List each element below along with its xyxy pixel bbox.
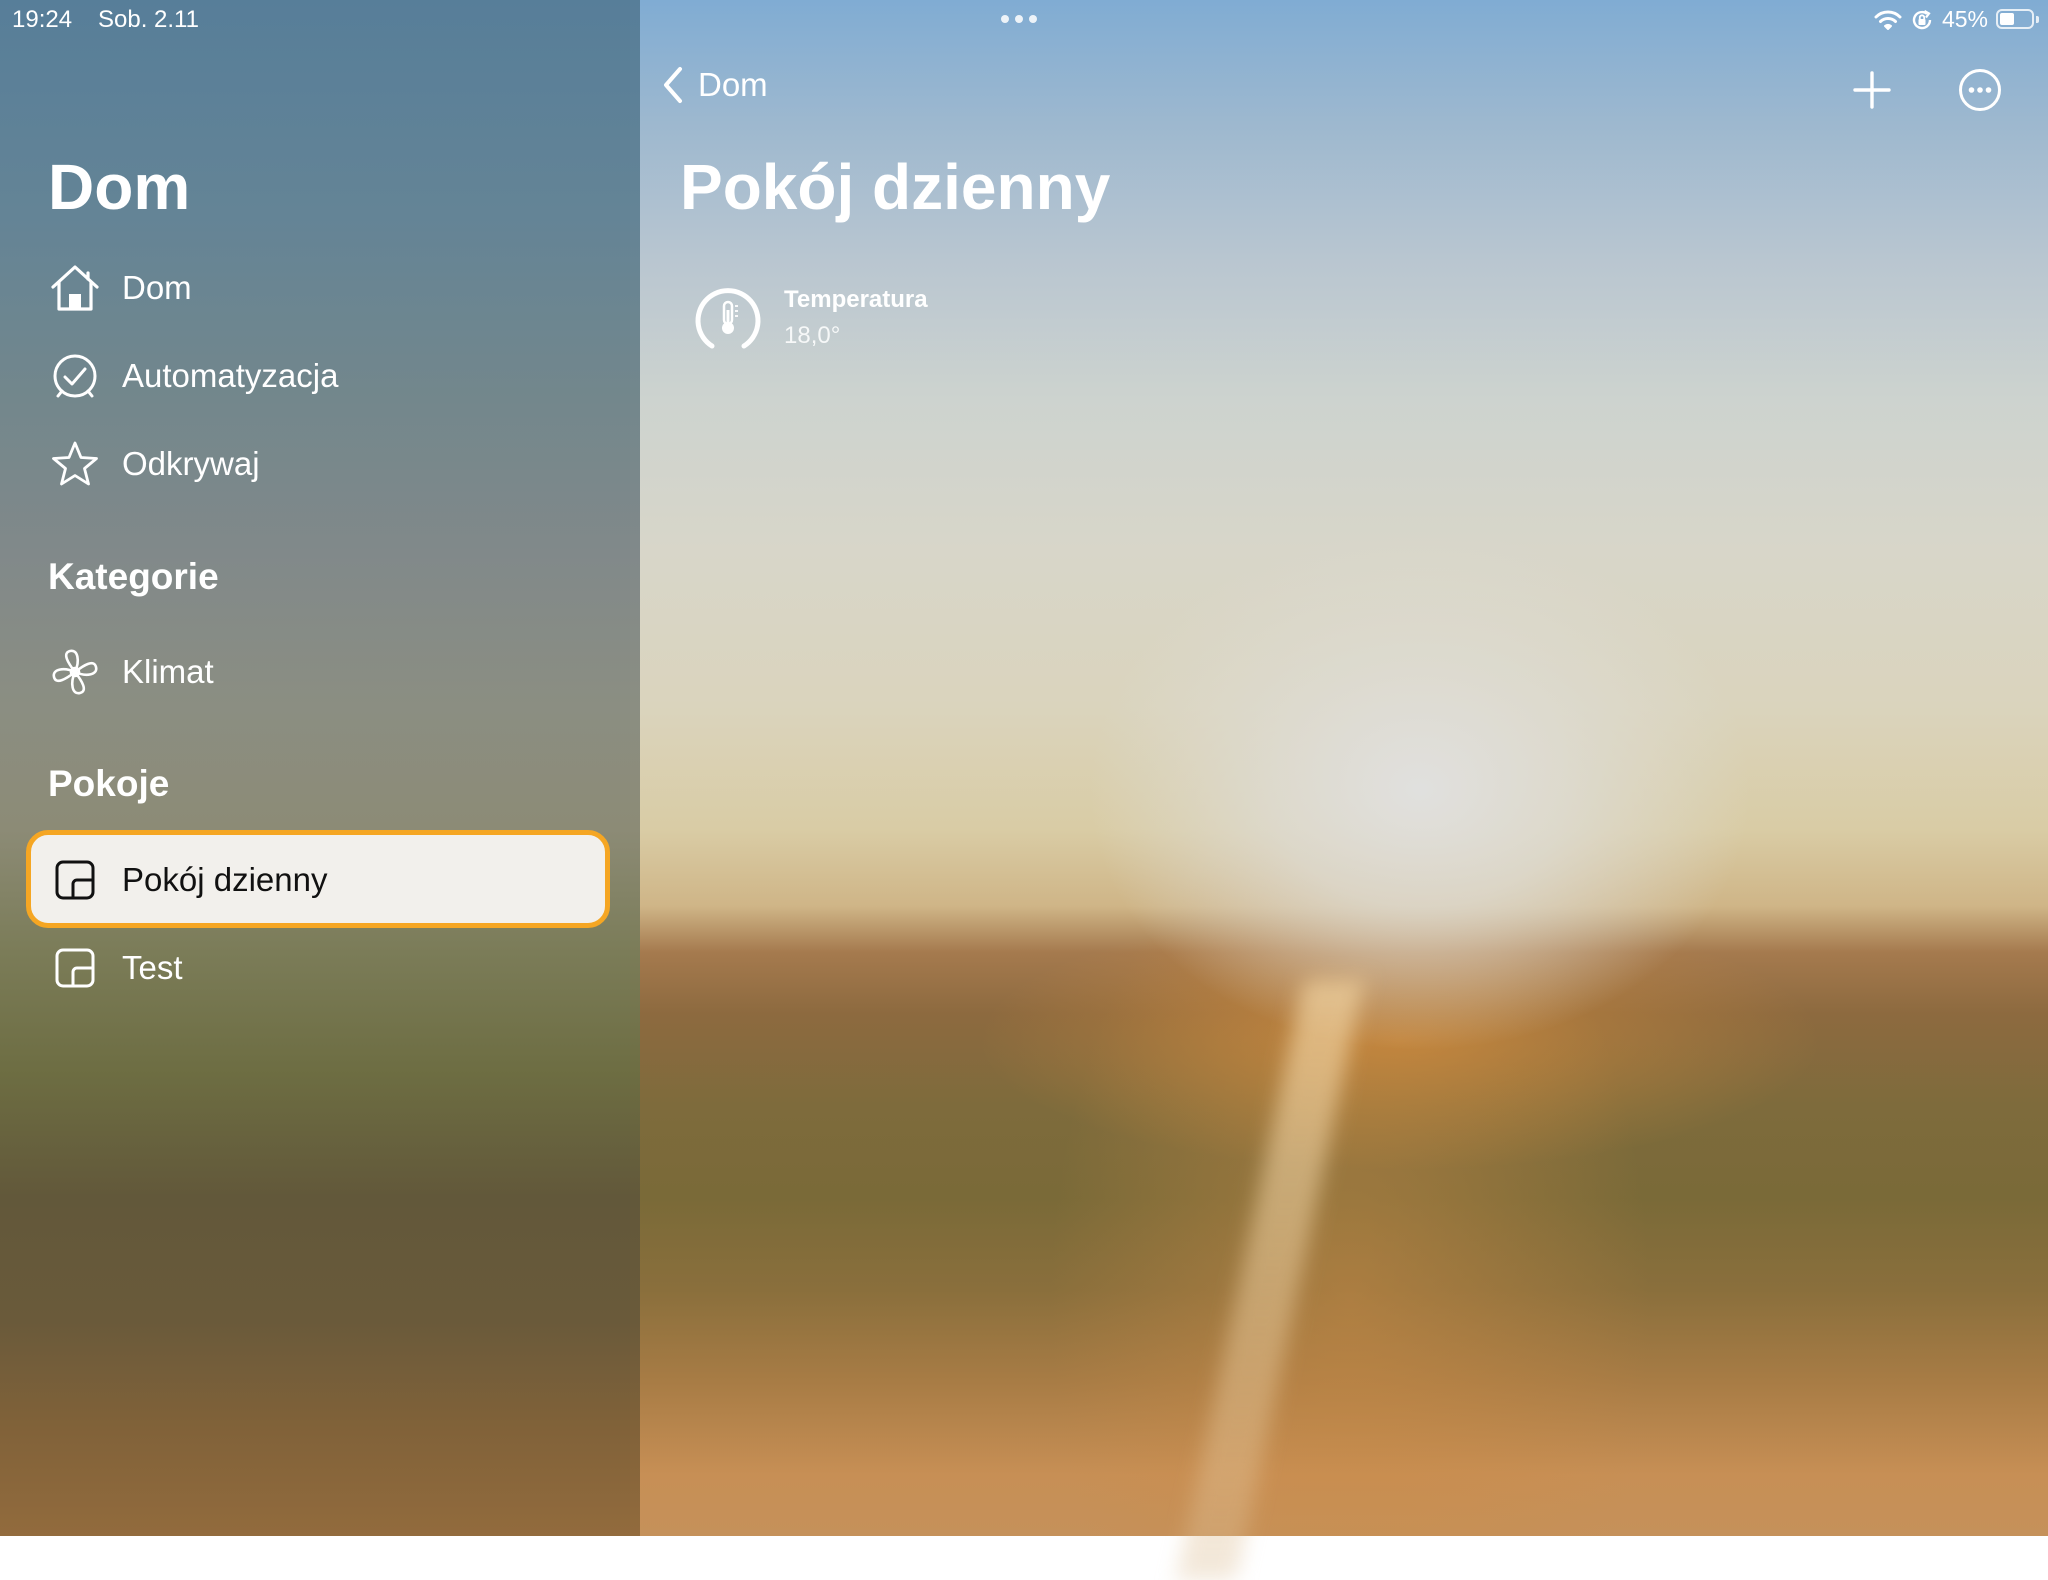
clock-check-icon — [48, 349, 102, 403]
sidebar-item-test[interactable]: Test — [48, 938, 183, 998]
sidebar-item-label: Dom — [122, 269, 192, 306]
more-options-icon[interactable] — [1958, 68, 2002, 112]
sidebar-item-odkrywaj[interactable]: Odkrywaj — [48, 434, 260, 494]
wifi-icon — [1874, 10, 1902, 30]
battery-icon — [1996, 8, 2040, 31]
battery-percentage: 45% — [1941, 6, 1988, 32]
sidebar-item-label: Odkrywaj — [122, 445, 260, 482]
back-button[interactable]: Dom — [662, 66, 768, 104]
sidebar-item-label: Klimat — [122, 653, 214, 690]
fan-icon — [48, 645, 102, 699]
sidebar-item-klimat[interactable]: Klimat — [48, 642, 214, 702]
sidebar-item-label: Automatyzacja — [122, 357, 339, 394]
section-header-categories: Kategorie — [48, 556, 219, 597]
status-date: Sob. 2.11 — [98, 6, 199, 33]
chevron-left-icon — [664, 67, 682, 103]
sidebar-item-label: Test — [122, 949, 183, 986]
room-icon — [48, 853, 102, 907]
sidebar-title: Dom — [48, 151, 191, 223]
back-label: Dom — [698, 66, 768, 103]
sidebar-item-pokoj-dzienny[interactable]: Pokój dzienny — [48, 850, 327, 910]
house-icon — [48, 261, 102, 315]
tile-value: 18,0° — [784, 322, 841, 349]
thermometer-icon — [695, 288, 761, 349]
tile-name: Temperatura — [784, 286, 928, 313]
room-title: Pokój dzienny — [680, 151, 1111, 223]
sidebar-item-automatyzacja[interactable]: Automatyzacja — [48, 346, 338, 406]
sidebar-item-dom[interactable]: Dom — [48, 258, 192, 318]
status-indicators: 45% — [1874, 6, 2040, 33]
add-icon[interactable] — [1852, 70, 1892, 110]
multitasking-dots[interactable] — [1001, 15, 1037, 23]
room-icon — [48, 941, 102, 995]
status-time: 19:24 — [12, 6, 73, 33]
star-icon — [48, 437, 102, 491]
temperature-tile[interactable]: Temperatura 18,0° — [690, 280, 928, 356]
section-header-rooms: Pokoje — [48, 763, 170, 804]
rotation-lock-icon — [1912, 9, 1932, 29]
sidebar-item-label: Pokój dzienny — [122, 861, 328, 898]
